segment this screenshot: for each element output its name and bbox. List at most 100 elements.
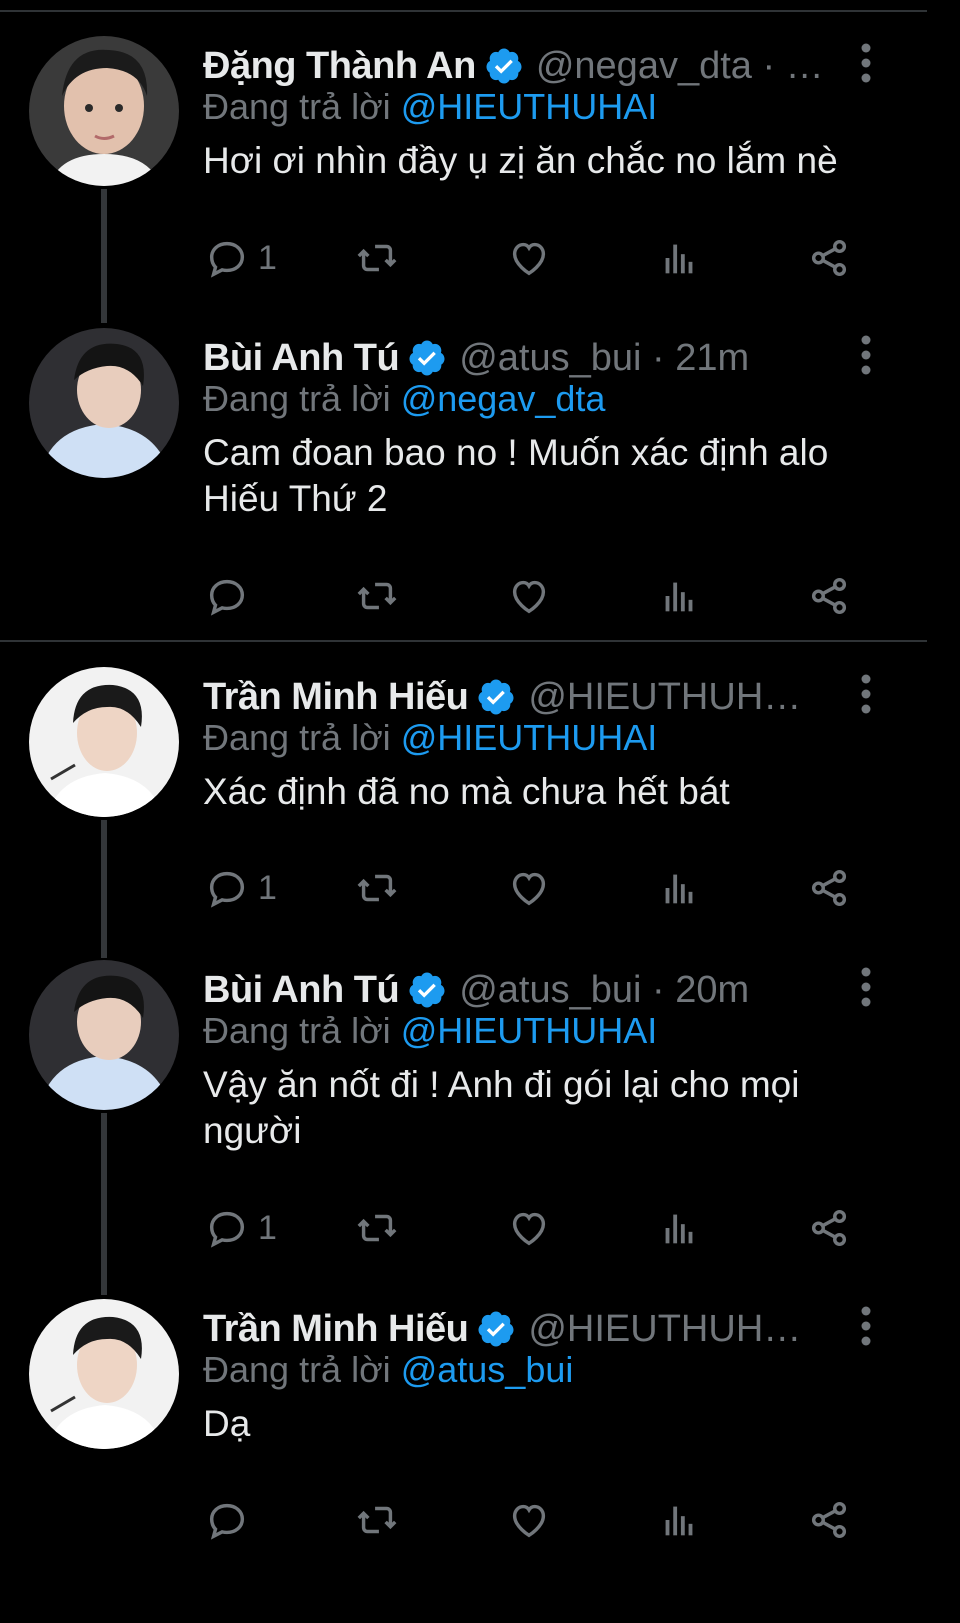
replying-to: Đang trả lời @HIEUTHUHAI (203, 1010, 657, 1052)
share-button[interactable] (806, 1495, 852, 1545)
author-handle[interactable]: @atus_bui · 21m (459, 337, 749, 380)
tweet-text: Xác định đã no mà chưa hết bát (203, 771, 730, 812)
share-button[interactable] (806, 571, 852, 621)
verified-badge-icon (478, 679, 514, 715)
reply-prefix: Đang trả lời (203, 717, 391, 758)
thread-line (101, 820, 107, 958)
analytics-button[interactable] (656, 1203, 702, 1253)
more-icon[interactable] (855, 1303, 877, 1349)
top-divider (0, 0, 927, 12)
reply-icon (209, 871, 245, 908)
author-handle[interactable]: @atus_bui · 20m (459, 969, 749, 1012)
tweet-text: Vậy ăn nốt đi ! Anh đi gói lại cho mọi n… (203, 1064, 800, 1151)
avatar[interactable] (29, 328, 179, 478)
replying-to: Đang trả lời @HIEUTHUHAI (203, 86, 657, 128)
retweet-icon (357, 874, 397, 902)
like-icon (512, 1212, 546, 1246)
like-button[interactable] (506, 571, 552, 621)
share-icon (811, 1501, 847, 1539)
reply-count: 1 (258, 1208, 277, 1247)
thread-line (101, 1113, 107, 1295)
reply-prefix: Đang trả lời (203, 1010, 391, 1051)
reply-button[interactable]: 1 (204, 1203, 277, 1253)
verified-badge-icon (486, 48, 522, 84)
reply-mention[interactable]: @HIEUTHUHAI (401, 717, 658, 758)
tweet-text: Cam đoan bao no ! Muốn xác định alo Hiếu… (203, 432, 829, 519)
share-button[interactable] (806, 863, 852, 913)
author-name[interactable]: Trần Minh Hiếu (203, 1308, 469, 1351)
verified-badge-icon (409, 972, 445, 1008)
author-name[interactable]: Bùi Anh Tú (203, 969, 400, 1012)
analytics-icon (665, 1506, 693, 1536)
reply-count: 1 (258, 238, 277, 277)
like-icon (512, 872, 546, 906)
like-button[interactable] (506, 1495, 552, 1545)
author-handle[interactable]: @negav_dta · … (536, 45, 824, 88)
share-button[interactable] (806, 1203, 852, 1253)
more-icon[interactable] (855, 671, 877, 717)
reply-prefix: Đang trả lời (203, 86, 391, 127)
retweet-icon (357, 1506, 397, 1534)
reply-button[interactable] (204, 1495, 258, 1545)
verified-badge-icon (409, 340, 445, 376)
retweet-button[interactable] (354, 233, 400, 283)
author-handle[interactable]: @HIEUTHUH… (528, 676, 801, 719)
retweet-button[interactable] (354, 1203, 400, 1253)
share-icon (811, 239, 847, 277)
author-name[interactable]: Đặng Thành An (203, 45, 476, 88)
more-icon[interactable] (855, 332, 877, 378)
retweet-button[interactable] (354, 1495, 400, 1545)
reply-button[interactable]: 1 (204, 233, 277, 283)
reply-mention[interactable]: @HIEUTHUHAI (401, 1010, 658, 1051)
reply-icon (209, 579, 245, 616)
action-bar (200, 1495, 880, 1545)
share-button[interactable] (806, 233, 852, 283)
reply-icon (209, 1211, 245, 1248)
reply-button[interactable]: 1 (204, 863, 277, 913)
reply-prefix: Đang trả lời (203, 1349, 391, 1390)
tweet-text: Hơi ơi nhìn đầy ụ zị ăn chắc no lắm nè (203, 140, 838, 181)
replying-to: Đang trả lời @negav_dta (203, 378, 605, 420)
action-bar: 1 (200, 1203, 880, 1253)
analytics-button[interactable] (656, 233, 702, 283)
analytics-button[interactable] (656, 1495, 702, 1545)
like-button[interactable] (506, 1203, 552, 1253)
thread-line (101, 189, 107, 323)
author-name[interactable]: Bùi Anh Tú (203, 337, 400, 380)
author-handle[interactable]: @HIEUTHUH… (528, 1308, 801, 1351)
replying-to: Đang trả lời @HIEUTHUHAI (203, 717, 657, 759)
conversation-divider (0, 640, 927, 642)
retweet-button[interactable] (354, 571, 400, 621)
like-button[interactable] (506, 233, 552, 283)
like-icon (512, 580, 546, 614)
reply-mention[interactable]: @atus_bui (401, 1349, 574, 1390)
analytics-icon (665, 874, 693, 904)
action-bar: 1 (200, 233, 880, 283)
avatar[interactable] (29, 960, 179, 1110)
analytics-icon (665, 244, 693, 274)
more-icon[interactable] (855, 40, 877, 86)
analytics-icon (665, 1214, 693, 1244)
retweet-button[interactable] (354, 863, 400, 913)
like-icon (512, 242, 546, 276)
retweet-icon (357, 582, 397, 610)
avatar[interactable] (29, 1299, 179, 1449)
avatar[interactable] (29, 667, 179, 817)
replying-to: Đang trả lời @atus_bui (203, 1349, 573, 1391)
retweet-icon (357, 1214, 397, 1242)
share-icon (811, 869, 847, 907)
analytics-button[interactable] (656, 863, 702, 913)
more-icon[interactable] (855, 964, 877, 1010)
tweet-text: Dạ (203, 1403, 251, 1444)
reply-count: 1 (258, 868, 277, 907)
reply-mention[interactable]: @negav_dta (401, 378, 606, 419)
verified-badge-icon (478, 1311, 514, 1347)
avatar[interactable] (29, 36, 179, 186)
like-button[interactable] (506, 863, 552, 913)
reply-mention[interactable]: @HIEUTHUHAI (401, 86, 658, 127)
reply-prefix: Đang trả lời (203, 378, 391, 419)
author-name[interactable]: Trần Minh Hiếu (203, 676, 469, 719)
analytics-icon (665, 582, 693, 612)
reply-button[interactable] (204, 571, 258, 621)
analytics-button[interactable] (656, 571, 702, 621)
